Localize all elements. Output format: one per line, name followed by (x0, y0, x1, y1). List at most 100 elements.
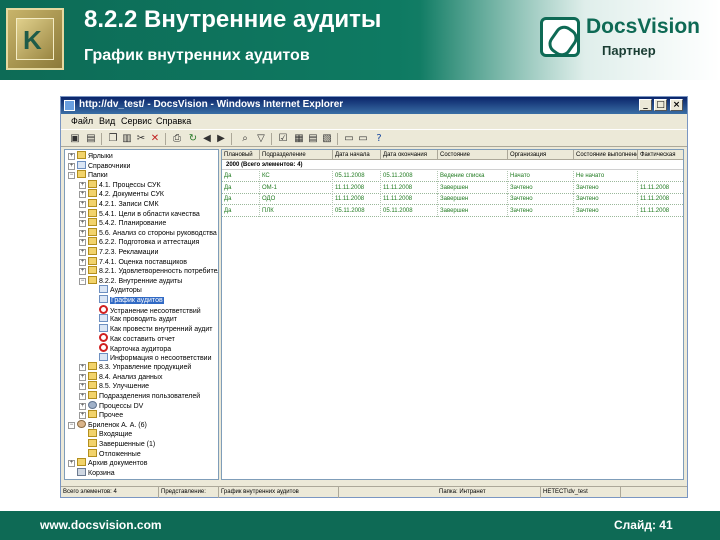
company-logo-letter: K (23, 25, 42, 55)
view-details-icon[interactable]: ▤ (307, 133, 319, 145)
table-cell: Да (222, 194, 260, 205)
table-cell: Зачтено (574, 205, 638, 217)
browser-window: http://dv_test/ - DocsVision - Windows I… (60, 96, 688, 498)
expand-icon[interactable]: + (79, 181, 86, 189)
expand-icon[interactable]: + (79, 210, 86, 218)
minimize-button[interactable]: _ (639, 99, 652, 111)
folder-icon (88, 199, 97, 207)
menu-bar: Файл Вид Сервис Справка (61, 114, 687, 129)
expand-icon[interactable]: + (79, 220, 86, 228)
company-logo: K (6, 8, 64, 70)
folder-icon (88, 275, 97, 284)
refresh-icon[interactable]: ↻ (187, 133, 199, 145)
collapse-icon[interactable]: − (68, 421, 75, 429)
table-cell: Да (222, 205, 260, 217)
table-row[interactable]: Да ОДО 11.11.2008 11.11.2008 Завершен Зачтено… (222, 194, 683, 205)
tree-item-label: 4.2.1. Записи СМК (99, 201, 159, 208)
column-header[interactable]: Плановый (222, 150, 260, 160)
folder-icon (77, 458, 86, 467)
expand-icon[interactable]: + (79, 373, 86, 381)
folder-icon (88, 189, 97, 198)
toolbar-separator (165, 133, 166, 145)
expand-icon[interactable]: + (79, 229, 86, 237)
folder-icon (88, 237, 97, 246)
expand-icon[interactable]: + (79, 191, 86, 199)
column-header[interactable]: Подразделение (260, 150, 333, 160)
delete-icon[interactable]: ✕ (149, 133, 161, 145)
column-header[interactable]: Состояние выполнения (574, 150, 638, 160)
search-icon[interactable]: ⌕ (239, 133, 251, 145)
new-folder-icon[interactable]: ▤ (85, 133, 97, 145)
tree-item-label: 4.2. Документы СУК (99, 191, 164, 199)
column-header[interactable]: Дата окончания (381, 150, 438, 160)
status-bar: Всего элементов: 4 Представление: График… (61, 486, 687, 498)
expand-icon[interactable]: + (79, 412, 86, 420)
paste-icon[interactable]: ▥ (121, 133, 133, 145)
collapse-icon[interactable]: − (79, 277, 86, 285)
expand-icon[interactable]: + (79, 201, 86, 208)
close-button[interactable]: × (670, 99, 683, 111)
expand-icon[interactable]: + (79, 258, 86, 266)
table-cell: 11.11.2008 (333, 194, 381, 205)
menu-view[interactable]: Вид (99, 116, 115, 126)
expand-icon[interactable]: + (68, 153, 75, 160)
window-icon[interactable]: ▭ (343, 133, 355, 145)
collapse-icon[interactable]: − (68, 172, 75, 180)
tree-item[interactable]: Корзина (68, 467, 115, 479)
column-header[interactable]: Организация (508, 150, 574, 160)
footer-url[interactable]: www.docsvision.com (40, 518, 162, 532)
tree-item-label: Как провести внутренний аудит (110, 325, 213, 333)
expand-icon[interactable]: + (79, 268, 86, 276)
expand-icon[interactable]: + (79, 383, 86, 391)
view-list-icon[interactable]: ▦ (293, 133, 305, 145)
table-row[interactable]: Да КС 05.11.2008 05.11.2008 Ведение списка На… (222, 171, 683, 182)
status-count: Всего элементов: 4 (61, 487, 159, 498)
tree-item-label: График аудитов (110, 297, 164, 304)
window-titlebar[interactable]: http://dv_test/ - DocsVision - Windows I… (61, 97, 687, 114)
status-view-label: Представление: (159, 487, 219, 498)
back-icon[interactable]: ◀ (201, 133, 213, 145)
view-preview-icon[interactable]: ▧ (321, 133, 333, 145)
table-row[interactable]: Да ОМ-1 11.11.2008 11.11.2008 Завершен Зачтен… (222, 182, 683, 194)
tree-item-label: Ярлыки (88, 153, 113, 160)
expand-icon[interactable]: + (79, 393, 86, 400)
column-header[interactable]: Дата начала (333, 150, 381, 160)
menu-help[interactable]: Справка (156, 116, 191, 126)
expand-icon[interactable]: + (68, 460, 75, 468)
tree-item-label: 6.2.2. Подготовка и аттестация (99, 239, 200, 247)
cut-icon[interactable]: ✂ (135, 133, 147, 145)
expand-icon[interactable]: + (79, 249, 86, 256)
checkbox-icon[interactable]: ☑ (277, 133, 289, 145)
table-cell: Зачтено (574, 194, 638, 205)
folder-tree[interactable]: + Ярлыки + Справочники − Папки +4.1. Процессы … (64, 149, 219, 480)
expand-icon[interactable]: + (68, 162, 75, 170)
menu-file[interactable]: Файл (71, 116, 93, 126)
table-cell: Зачтено (574, 182, 638, 194)
save-icon[interactable]: ▣ (69, 133, 81, 145)
expand-icon[interactable]: + (79, 364, 86, 372)
tree-item-label: 7.4.1. Оценка поставщиков (99, 258, 187, 266)
tree-item-label: Информация о несоответствии (110, 354, 212, 362)
process-icon (88, 400, 97, 409)
table-row[interactable]: Да ПЛК 05.11.2008 05.11.2008 Завершен Зачтено… (222, 205, 683, 217)
group-row[interactable]: 2000 (Всего элементов: 4) (222, 160, 683, 170)
tree-item-label: Прочее (99, 412, 124, 420)
print-icon[interactable]: ⎙ (171, 133, 183, 145)
maximize-button[interactable]: □ (654, 99, 667, 111)
table-cell: Да (222, 182, 260, 194)
window-icon[interactable]: ▭ (357, 133, 369, 145)
column-header[interactable]: Состояние (438, 150, 508, 160)
column-header[interactable]: Фактическая (638, 150, 683, 160)
forward-icon[interactable]: ▶ (215, 133, 227, 145)
status-view-name: График внутренних аудитов (219, 487, 339, 498)
folder-icon (88, 371, 97, 380)
table-cell: Зачтено (508, 205, 574, 217)
expand-icon[interactable]: + (79, 239, 86, 247)
filter-icon[interactable]: ▽ (255, 133, 267, 145)
menu-tools[interactable]: Сервис (121, 116, 152, 126)
table-cell: Зачтено (508, 182, 574, 194)
grid-header: Плановый Подразделение Дата начала Дата око… (222, 150, 683, 160)
help-icon[interactable]: ? (373, 133, 385, 145)
expand-icon[interactable]: + (79, 402, 86, 410)
copy-icon[interactable]: ❐ (107, 133, 119, 145)
